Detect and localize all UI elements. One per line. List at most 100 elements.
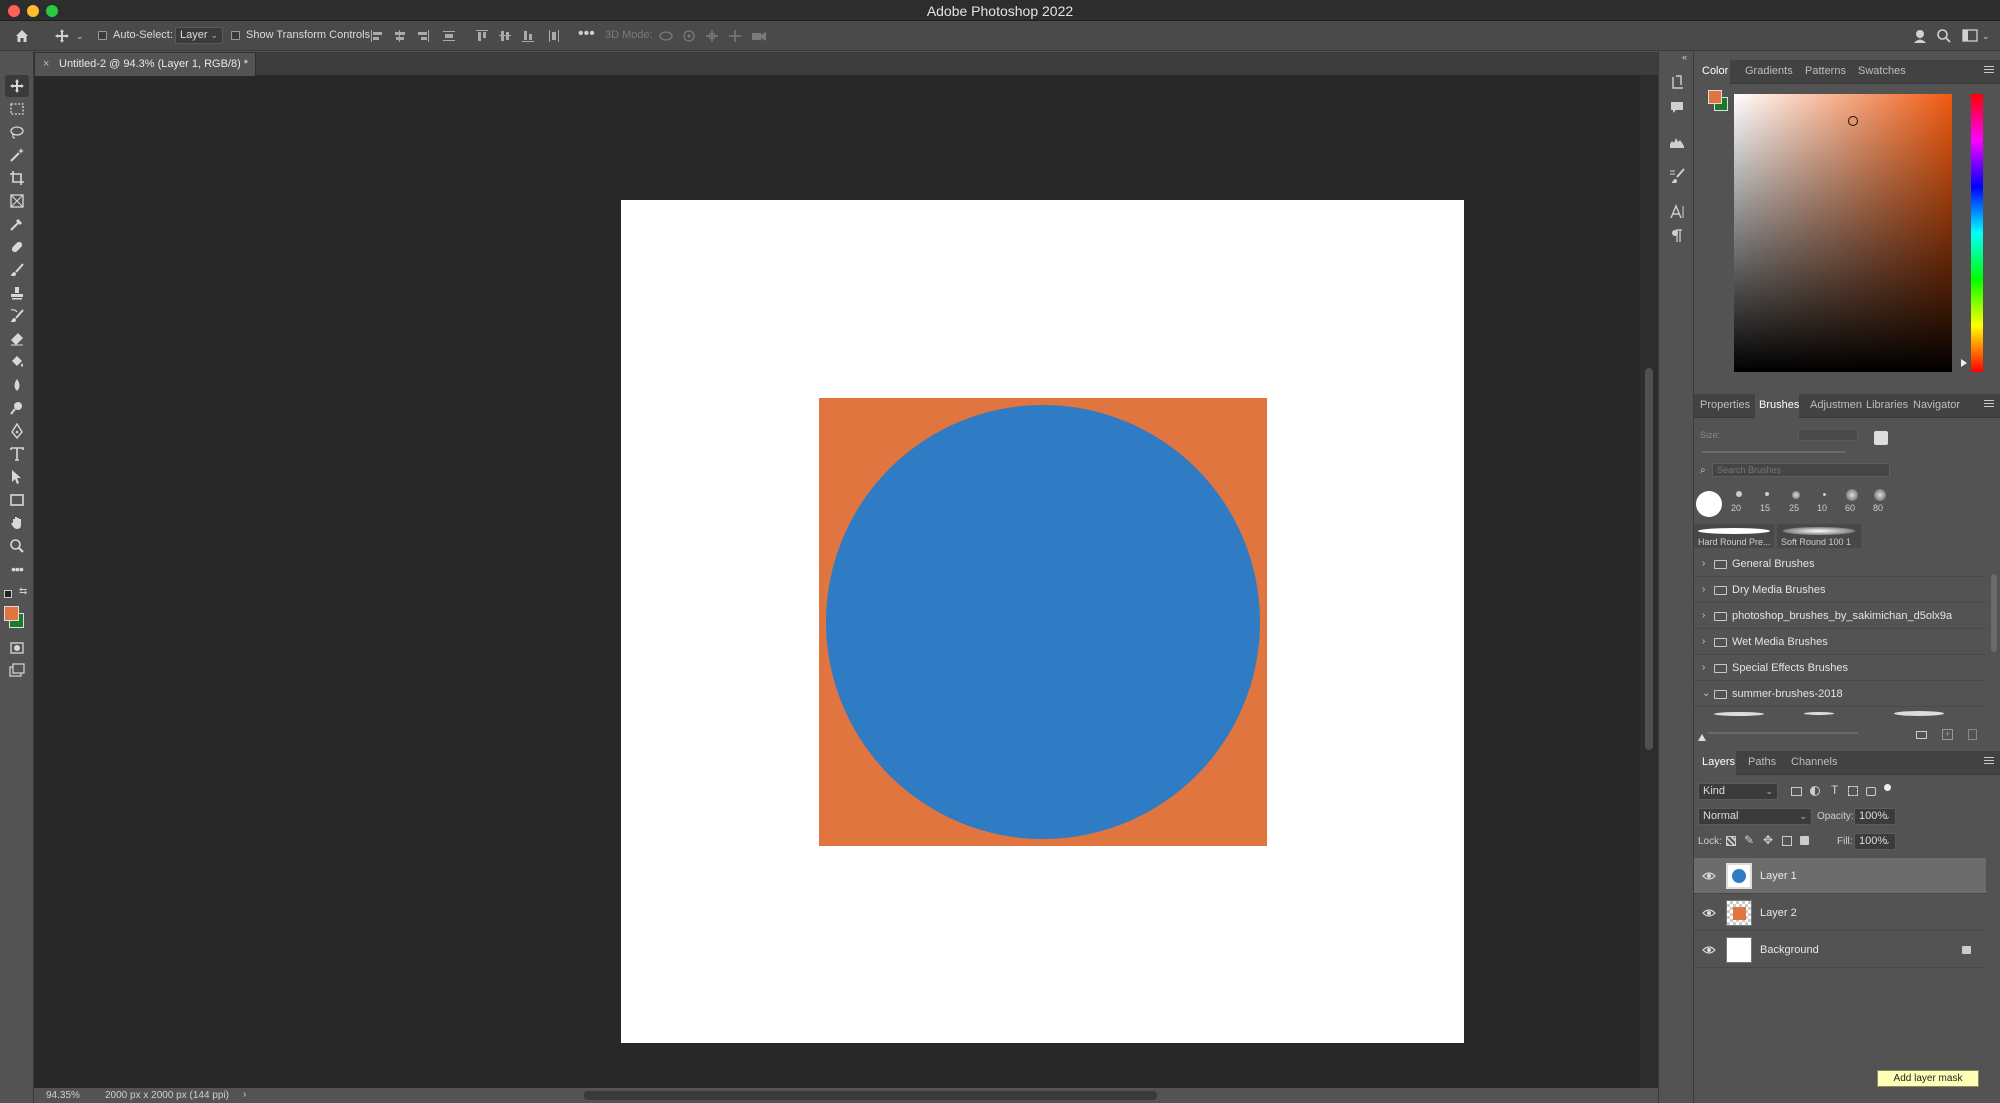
lock-artboard-icon[interactable] — [1782, 836, 1792, 846]
filter-toggle-icon[interactable] — [1884, 784, 1891, 791]
document-tab[interactable]: × Untitled-2 @ 94.3% (Layer 1, RGB/8) * — [34, 52, 256, 76]
hand-tool[interactable] — [5, 512, 29, 534]
layer-row-layer-2[interactable]: Layer 2 — [1694, 895, 1986, 931]
layer-thumbnail[interactable] — [1726, 863, 1752, 889]
color-foreground-swatch[interactable] — [1708, 90, 1722, 104]
tab-brushes[interactable]: Brushes — [1759, 399, 1799, 411]
expand-panels-icon[interactable]: « — [1682, 52, 1687, 62]
edit-toolbar-icon[interactable]: ••• — [5, 558, 29, 580]
cloud-account-icon[interactable] — [1912, 28, 1928, 44]
vertical-scroll-thumb[interactable] — [1645, 368, 1653, 750]
tab-gradients[interactable]: Gradients — [1745, 65, 1793, 77]
color-panel-menu-icon[interactable] — [1984, 66, 1994, 75]
3d-pan-icon[interactable] — [705, 29, 719, 43]
zoom-level[interactable]: 94.35% — [46, 1090, 80, 1101]
quick-mask-icon[interactable] — [5, 637, 29, 659]
layer-name[interactable]: Layer 1 — [1760, 870, 1797, 882]
brush-group-sakimichan[interactable]: › photoshop_brushes_by_sakimichan_d5olx9a — [1694, 603, 1986, 629]
filter-pixel-icon[interactable] — [1791, 787, 1802, 796]
brush-tip[interactable]: 15 — [1756, 491, 1778, 521]
align-bottom-icon[interactable] — [521, 29, 535, 43]
brush-size-input[interactable] — [1798, 429, 1858, 441]
brush-group-general[interactable]: › General Brushes — [1694, 551, 1986, 577]
frame-tool[interactable] — [5, 190, 29, 212]
horizontal-scroll-thumb[interactable] — [584, 1091, 1157, 1100]
move-tool-preset-icon[interactable] — [54, 28, 70, 44]
recent-brush-soft-round[interactable]: Soft Round 100 1 — [1777, 524, 1861, 548]
tab-paths[interactable]: Paths — [1748, 756, 1776, 768]
workspace-icon[interactable] — [1962, 28, 1978, 44]
screen-mode-icon[interactable] — [5, 660, 29, 682]
hue-slider-handle[interactable] — [1961, 359, 1967, 367]
brush-group-summer-2018[interactable]: ⌄ summer-brushes-2018 — [1694, 681, 1986, 707]
eye-icon[interactable] — [1702, 944, 1716, 956]
tab-channels[interactable]: Channels — [1791, 756, 1837, 768]
home-icon[interactable] — [14, 28, 30, 44]
history-brush-tool[interactable] — [5, 305, 29, 327]
tab-swatches[interactable]: Swatches — [1858, 65, 1906, 77]
foreground-color-swatch[interactable] — [4, 606, 19, 621]
layers-panel-menu-icon[interactable] — [1984, 757, 1994, 766]
brush-tip[interactable]: 10 — [1813, 491, 1835, 521]
dodge-tool[interactable] — [5, 397, 29, 419]
3d-slide-icon[interactable] — [728, 29, 742, 43]
marquee-tool[interactable] — [5, 98, 29, 120]
align-left-icon[interactable] — [370, 29, 384, 43]
new-brush-group-icon[interactable] — [1916, 731, 1927, 739]
blur-tool[interactable] — [5, 374, 29, 396]
recent-brush-hard-round[interactable]: Hard Round Pre... — [1694, 524, 1774, 548]
blend-mode-dropdown[interactable]: Normal ⌄ — [1698, 808, 1812, 825]
crop-tool[interactable] — [5, 167, 29, 189]
brush-tip-hard-large[interactable] — [1696, 491, 1722, 517]
eyedropper-tool[interactable] — [5, 213, 29, 235]
filter-shape-icon[interactable] — [1848, 786, 1858, 796]
pen-tool[interactable] — [5, 420, 29, 442]
lock-all-icon[interactable] — [1800, 836, 1809, 845]
comments-icon[interactable] — [1668, 98, 1686, 116]
fill-input[interactable]: 100% ⌄ — [1854, 833, 1896, 850]
move-tool[interactable] — [5, 75, 29, 97]
eye-icon[interactable] — [1702, 907, 1716, 919]
tab-properties[interactable]: Properties — [1700, 399, 1750, 411]
search-icon[interactable] — [1936, 28, 1952, 44]
brush-group-wet-media[interactable]: › Wet Media Brushes — [1694, 629, 1986, 655]
more-options-icon[interactable]: ••• — [578, 26, 595, 42]
zoom-tool[interactable] — [5, 535, 29, 557]
layer-name[interactable]: Layer 2 — [1760, 907, 1797, 919]
healing-brush-tool[interactable] — [5, 236, 29, 258]
brush-size-slider[interactable] — [1702, 451, 1846, 453]
rectangle-tool[interactable] — [5, 489, 29, 511]
show-transform-controls-checkbox[interactable] — [231, 31, 240, 40]
3d-roll-icon[interactable] — [682, 29, 696, 43]
distribute-icon[interactable] — [442, 29, 456, 43]
layer-row-layer-1[interactable]: Layer 1 — [1694, 858, 1986, 894]
color-picker-cursor[interactable] — [1848, 116, 1858, 126]
tab-patterns[interactable]: Patterns — [1805, 65, 1846, 77]
tab-adjustments[interactable]: Adjustmen — [1810, 399, 1862, 411]
path-selection-tool[interactable] — [5, 466, 29, 488]
auto-select-target-dropdown[interactable]: Layer ⌄ — [175, 27, 223, 44]
brush-tip[interactable]: 60 — [1841, 489, 1863, 521]
brush-group-special-effects[interactable]: › Special Effects Brushes — [1694, 655, 1986, 681]
layer-row-background[interactable]: Background — [1694, 932, 1986, 968]
paint-bucket-tool[interactable] — [5, 351, 29, 373]
eraser-tool[interactable] — [5, 328, 29, 350]
lasso-tool[interactable] — [5, 121, 29, 143]
align-horizontal-center-icon[interactable] — [393, 29, 407, 43]
brush-stroke-preview[interactable] — [1714, 712, 1764, 716]
brush-tip[interactable]: 25 — [1785, 491, 1807, 521]
workspace-chevron-icon[interactable]: ⌄ — [1982, 29, 1990, 43]
filter-adjustment-icon[interactable] — [1810, 786, 1820, 796]
status-menu-arrow[interactable]: › — [243, 1089, 246, 1100]
brushes-panel-menu-icon[interactable] — [1984, 400, 1994, 409]
paragraph-icon[interactable] — [1668, 227, 1686, 245]
layer-name[interactable]: Background — [1760, 944, 1819, 956]
brushes-scroll-thumb[interactable] — [1991, 574, 1997, 652]
clone-stamp-tool[interactable] — [5, 282, 29, 304]
align-right-icon[interactable] — [416, 29, 430, 43]
character-icon[interactable] — [1668, 203, 1686, 221]
new-brush-icon[interactable] — [1874, 431, 1888, 445]
brush-tip[interactable]: 80 — [1869, 489, 1891, 521]
delete-brush-icon[interactable] — [1968, 729, 1977, 740]
hue-slider[interactable] — [1971, 94, 1983, 372]
